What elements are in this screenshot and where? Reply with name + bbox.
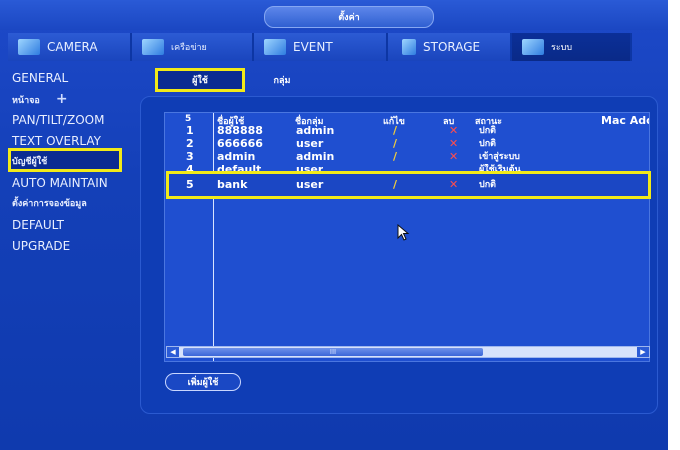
tab-storage-label: STORAGE (423, 40, 481, 54)
row-status: ปกติ (479, 180, 497, 190)
sidebar-item-label: AUTO MAINTAIN (12, 176, 108, 190)
delete-icon[interactable]: ✕ (449, 179, 458, 191)
row-username: 888888 (217, 124, 263, 137)
sidebar-item-general[interactable]: GENERAL (10, 68, 140, 89)
sidebar-item-text-overlay[interactable]: TEXT OVERLAY (10, 131, 140, 152)
window-title: ตั้งค่า (264, 6, 434, 28)
sidebar-item-accounts[interactable]: บัญชีผู้ใช้ (10, 152, 140, 173)
event-icon (264, 39, 286, 55)
sidebar-item-label: หน้าจอ (12, 96, 40, 106)
tab-event-label: EVENT (293, 40, 333, 54)
edit-icon[interactable]: / (393, 138, 397, 150)
row-username: default (217, 164, 262, 171)
sidebar-item-label: UPGRADE (12, 239, 71, 253)
sidebar: GENERAL หน้าจอ + PAN/TILT/ZOOM TEXT OVERL… (10, 68, 140, 257)
sidebar-item-ptz[interactable]: PAN/TILT/ZOOM (10, 110, 140, 131)
main-tabs: CAMERA เครือข่าย EVENT STORAGE ระบบ (8, 33, 668, 61)
row-number: 3 (186, 150, 194, 163)
expand-icon[interactable]: + (56, 91, 68, 107)
sidebar-item-label: ตั้งค่าการจองข้อมูล (12, 199, 87, 209)
row-username: bank (217, 178, 248, 191)
tab-event[interactable]: EVENT (254, 33, 388, 61)
edit-icon[interactable]: / (393, 151, 397, 163)
scroll-thumb[interactable]: III (183, 348, 483, 356)
tab-system-label: ระบบ (551, 43, 573, 53)
row-status: เข้าสู่ระบบ (479, 152, 520, 162)
row-group: user (296, 164, 324, 171)
camera-icon (18, 39, 40, 55)
header-mac[interactable]: Mac Add (601, 114, 649, 127)
mouse-cursor-icon (397, 224, 410, 241)
network-icon (142, 39, 164, 55)
row-number: 1 (186, 124, 194, 137)
sidebar-item-display[interactable]: หน้าจอ + (10, 89, 140, 110)
row-status: ผู้ใช้เริ่มต้น (479, 165, 521, 171)
add-user-button[interactable]: เพิ่มผู้ใช้ (165, 373, 241, 391)
edit-icon[interactable]: / (393, 179, 397, 191)
sidebar-item-label: TEXT OVERLAY (12, 134, 101, 148)
column-divider (213, 113, 214, 361)
sidebar-item-label: บัญชีผู้ใช้ (12, 157, 48, 167)
row-group: user (296, 178, 324, 191)
row-username: admin (217, 150, 256, 163)
row-username: 666666 (217, 137, 263, 150)
title-bar: ตั้งค่า (0, 0, 668, 30)
sidebar-item-upgrade[interactable]: UPGRADE (10, 236, 140, 257)
row-number: 5 (186, 178, 194, 191)
row-number: 4 (186, 164, 194, 171)
tab-network[interactable]: เครือข่าย (132, 33, 254, 61)
tab-camera-label: CAMERA (47, 40, 98, 54)
sidebar-item-auto-maintain[interactable]: AUTO MAINTAIN (10, 173, 140, 194)
tab-camera[interactable]: CAMERA (8, 33, 132, 61)
tab-network-label: เครือข่าย (171, 43, 207, 53)
dvr-settings-screen: ตั้งค่า CAMERA เครือข่าย EVENT STORAGE ร… (0, 0, 668, 450)
sidebar-item-storage-settings[interactable]: ตั้งค่าการจองข้อมูล (10, 194, 140, 215)
delete-icon[interactable]: ✕ (449, 151, 458, 163)
row-status: ปกติ (479, 139, 497, 149)
subtab-users[interactable]: ผู้ใช้ (155, 68, 245, 92)
row-group: admin (296, 150, 335, 163)
delete-icon[interactable]: ✕ (449, 138, 458, 150)
storage-icon (402, 39, 416, 55)
delete-icon[interactable]: ✕ (449, 125, 458, 137)
tab-storage[interactable]: STORAGE (388, 33, 512, 61)
sidebar-item-default[interactable]: DEFAULT (10, 215, 140, 236)
sidebar-item-label: DEFAULT (12, 218, 64, 232)
horizontal-scrollbar[interactable]: ◀ III ▶ (166, 346, 650, 358)
row-group: user (296, 137, 324, 150)
tab-system[interactable]: ระบบ (512, 33, 632, 61)
row-group: admin (296, 124, 335, 137)
scroll-left-icon[interactable]: ◀ (167, 347, 179, 357)
row-number: 2 (186, 137, 194, 150)
sidebar-item-label: GENERAL (12, 71, 69, 85)
system-icon (522, 39, 544, 55)
row-status: ปกติ (479, 126, 497, 136)
edit-icon[interactable]: / (393, 125, 397, 137)
sidebar-item-label: PAN/TILT/ZOOM (12, 113, 105, 127)
subtab-groups[interactable]: กลุ่ม (262, 68, 302, 92)
scroll-right-icon[interactable]: ▶ (637, 347, 649, 357)
